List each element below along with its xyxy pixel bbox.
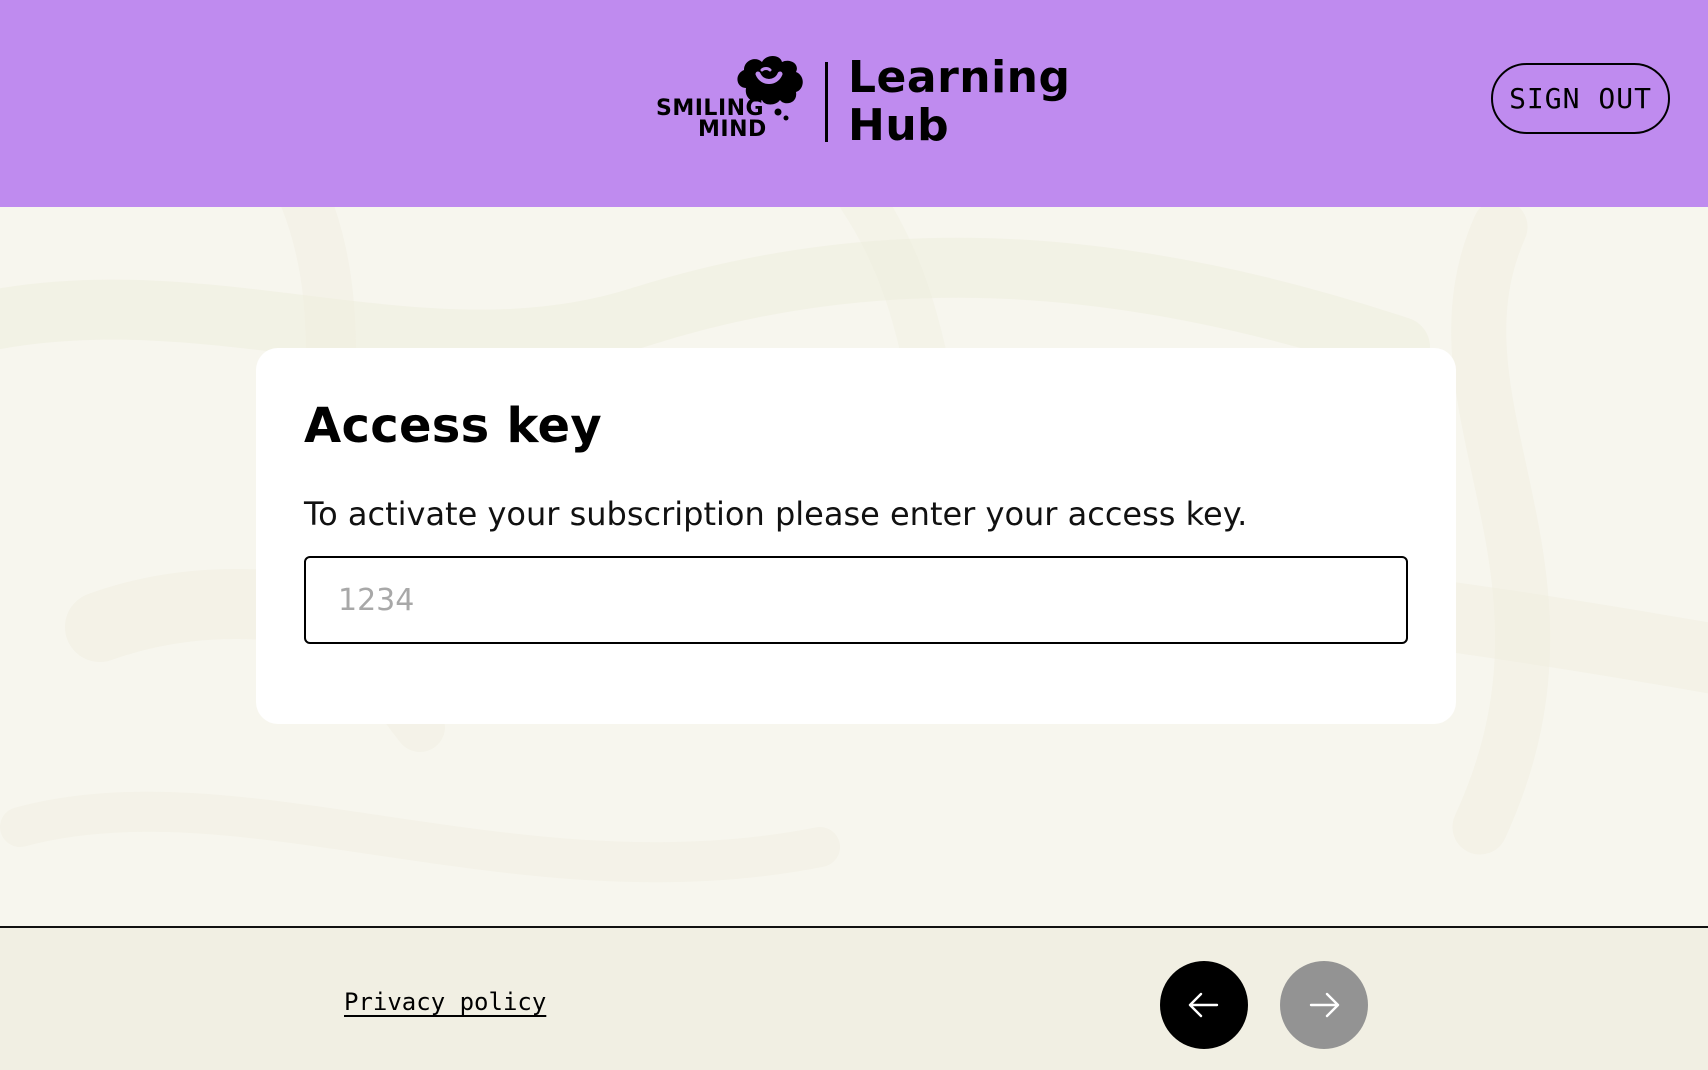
top-header: SMILING MIND Learning Hub SIGN OUT (0, 0, 1708, 207)
hub-title-line-2: Hub (848, 100, 950, 151)
sign-out-button[interactable]: SIGN OUT (1491, 63, 1670, 134)
footer-bar: Privacy policy (0, 926, 1708, 1070)
next-button[interactable] (1280, 961, 1368, 1049)
logo-divider (825, 62, 828, 142)
card-title: Access key (304, 398, 602, 454)
arrow-right-icon (1309, 992, 1340, 1018)
page: SMILING MIND Learning Hub SIGN OUT Acces… (0, 0, 1708, 1070)
arrow-left-icon (1188, 992, 1219, 1018)
learning-hub-title: Learning Hub (848, 54, 1071, 150)
back-button[interactable] (1160, 961, 1248, 1049)
privacy-policy-link[interactable]: Privacy policy (344, 988, 546, 1016)
card-description: To activate your subscription please ent… (304, 495, 1248, 533)
hub-title-line-1: Learning (848, 52, 1071, 103)
access-key-input[interactable] (304, 556, 1408, 644)
access-key-card: Access key To activate your subscription… (256, 348, 1456, 724)
smiling-brain-icon (732, 54, 806, 124)
